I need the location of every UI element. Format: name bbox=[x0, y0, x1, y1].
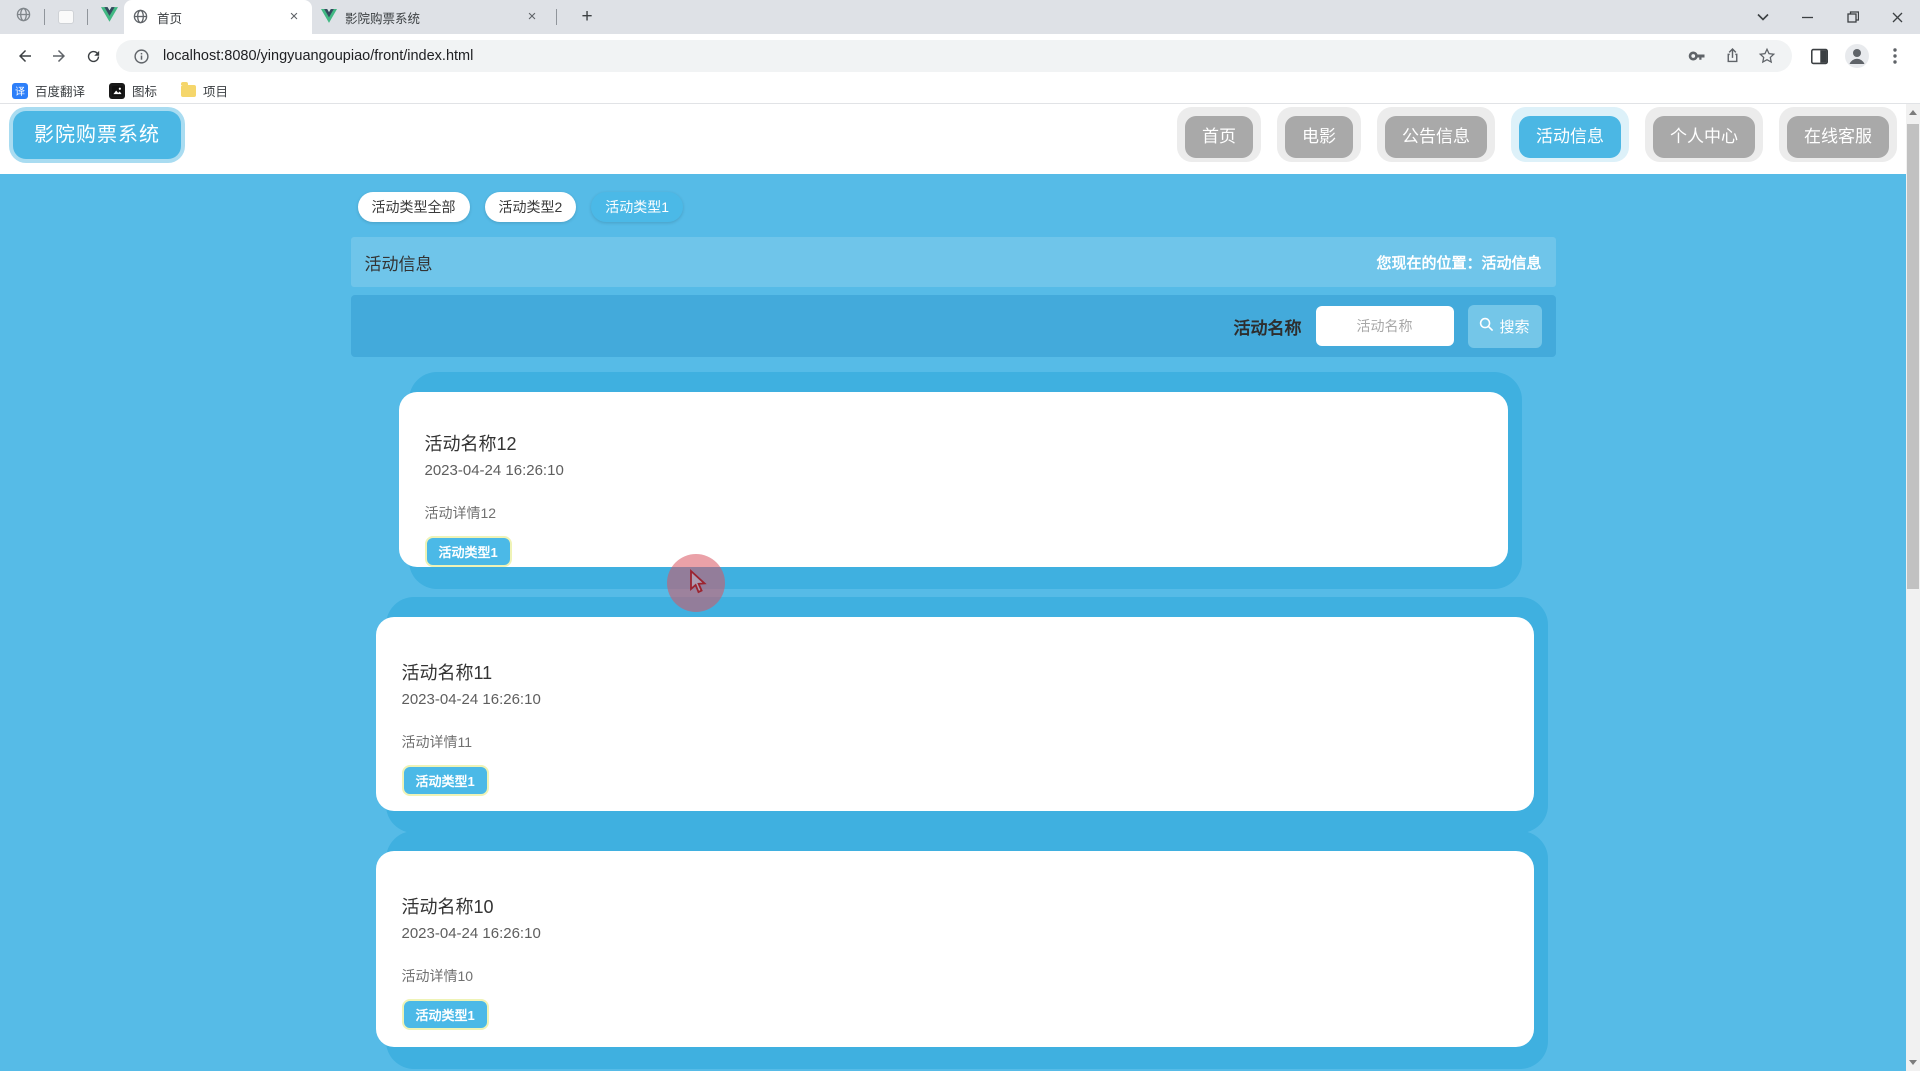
tab-separator bbox=[556, 9, 557, 25]
page-title: 活动信息 bbox=[364, 254, 433, 274]
nav-tab-support[interactable]: 在线客服 bbox=[1779, 107, 1897, 162]
activity-type-tag: 活动类型1 bbox=[401, 765, 489, 796]
close-icon[interactable]: × bbox=[523, 8, 541, 26]
share-icon[interactable] bbox=[1719, 43, 1745, 69]
close-window-button[interactable] bbox=[1875, 0, 1920, 34]
restore-button[interactable] bbox=[1830, 0, 1875, 34]
pinned-tab-extension[interactable] bbox=[51, 3, 81, 31]
bookmark-icons[interactable]: 图标 bbox=[109, 81, 157, 100]
nav-tab-announcements[interactable]: 公告信息 bbox=[1377, 107, 1495, 162]
activity-title: 活动名称10 bbox=[401, 897, 494, 917]
browser-tab-home[interactable]: 首页 × bbox=[124, 0, 312, 34]
scroll-up-arrow-icon[interactable] bbox=[1909, 110, 1917, 115]
activity-card[interactable]: 活动名称11 2023-04-24 16:26:10 活动详情11 活动类型1 bbox=[375, 597, 1548, 833]
main-nav: 首页 电影 公告信息 活动信息 个人中心 在线客服 bbox=[1177, 107, 1897, 162]
tab-separator bbox=[44, 9, 45, 25]
url-bar[interactable]: localhost:8080/yingyuangoupiao/front/ind… bbox=[116, 40, 1792, 72]
info-icon[interactable] bbox=[128, 43, 154, 69]
password-key-icon[interactable] bbox=[1684, 43, 1710, 69]
activity-card[interactable]: 活动名称10 2023-04-24 16:26:10 活动详情10 活动类型1 bbox=[375, 831, 1548, 1069]
activity-title: 活动名称11 bbox=[401, 663, 493, 683]
bookmark-label: 项目 bbox=[203, 85, 229, 99]
activity-detail: 活动详情11 bbox=[401, 734, 473, 750]
kebab-menu-icon[interactable] bbox=[1878, 39, 1912, 73]
scroll-down-arrow-icon[interactable] bbox=[1909, 1060, 1917, 1065]
search-label: 活动名称 bbox=[1233, 318, 1302, 338]
nav-tab-movies[interactable]: 电影 bbox=[1277, 107, 1361, 162]
activity-card[interactable]: 活动名称12 2023-04-24 16:26:10 活动详情12 活动类型1 bbox=[398, 372, 1522, 589]
nav-tab-profile[interactable]: 个人中心 bbox=[1645, 107, 1763, 162]
side-panel-icon[interactable] bbox=[1802, 39, 1836, 73]
scrollbar-thumb[interactable] bbox=[1907, 124, 1919, 589]
tab-search-chevron-icon[interactable] bbox=[1740, 0, 1785, 34]
tab-title: 影院购票系统 bbox=[345, 11, 421, 26]
extension-icon bbox=[58, 10, 74, 24]
globe-icon bbox=[16, 7, 31, 27]
bookmark-project[interactable]: 项目 bbox=[181, 81, 228, 100]
url-text[interactable]: localhost:8080/yingyuangoupiao/front/ind… bbox=[163, 48, 1675, 64]
globe-icon bbox=[133, 9, 149, 25]
profile-avatar[interactable] bbox=[1840, 39, 1874, 73]
minimize-button[interactable] bbox=[1785, 0, 1830, 34]
image-icon bbox=[109, 82, 126, 99]
search-band: 活动名称 搜索 bbox=[350, 295, 1556, 357]
tab-title: 首页 bbox=[157, 11, 183, 26]
vue-icon bbox=[321, 9, 337, 25]
back-icon[interactable] bbox=[8, 39, 42, 73]
new-tab-button[interactable]: + bbox=[573, 3, 601, 31]
activity-type-filters: 活动类型全部 活动类型2 活动类型1 bbox=[351, 174, 1556, 222]
search-button-label: 搜索 bbox=[1499, 318, 1530, 336]
logo-container: 影院购票系统 bbox=[9, 107, 185, 163]
pinned-tab-vue[interactable] bbox=[94, 3, 124, 31]
breadcrumb: 您现在的位置：活动信息 bbox=[1376, 254, 1542, 272]
search-input[interactable] bbox=[1315, 306, 1454, 346]
activity-type-tag: 活动类型1 bbox=[424, 536, 512, 567]
section-title-band: 活动信息 您现在的位置：活动信息 bbox=[350, 237, 1556, 287]
reload-icon[interactable] bbox=[76, 39, 110, 73]
activity-title: 活动名称12 bbox=[424, 434, 517, 454]
nav-tab-activities[interactable]: 活动信息 bbox=[1511, 107, 1629, 162]
filter-chip-all[interactable]: 活动类型全部 bbox=[357, 192, 470, 222]
bookmarks-bar: 译 百度翻译 图标 项目 bbox=[0, 78, 1920, 104]
pinned-tab-globe[interactable] bbox=[8, 3, 38, 31]
bookmark-star-icon[interactable] bbox=[1754, 43, 1780, 69]
browser-tab-strip: 首页 × 影院购票系统 × + bbox=[0, 0, 1920, 34]
search-button[interactable]: 搜索 bbox=[1467, 304, 1542, 348]
filter-chip-type2[interactable]: 活动类型2 bbox=[484, 192, 577, 222]
site-header: 影院购票系统 首页 电影 公告信息 活动信息 个人中心 在线客服 bbox=[0, 104, 1906, 174]
bookmark-label: 百度翻译 bbox=[35, 85, 86, 99]
tab-separator bbox=[87, 9, 88, 25]
browser-toolbar: localhost:8080/yingyuangoupiao/front/ind… bbox=[0, 34, 1920, 78]
search-icon bbox=[1479, 317, 1494, 336]
activity-datetime: 2023-04-24 16:26:10 bbox=[401, 691, 541, 708]
activity-detail: 活动详情12 bbox=[424, 505, 497, 521]
site-logo[interactable]: 影院购票系统 bbox=[13, 111, 181, 159]
close-icon[interactable]: × bbox=[285, 8, 303, 26]
vertical-scrollbar[interactable] bbox=[1906, 104, 1920, 1071]
filter-chip-type1[interactable]: 活动类型1 bbox=[591, 192, 684, 222]
folder-icon bbox=[181, 81, 197, 97]
page-viewport: 影院购票系统 首页 电影 公告信息 活动信息 个人中心 在线客服 活动类型全部 … bbox=[0, 104, 1920, 1071]
nav-tab-home[interactable]: 首页 bbox=[1177, 107, 1261, 162]
browser-tab-cinema-system[interactable]: 影院购票系统 × bbox=[312, 0, 550, 34]
bookmark-label: 图标 bbox=[132, 85, 158, 99]
activity-datetime: 2023-04-24 16:26:10 bbox=[424, 462, 564, 479]
activity-type-tag: 活动类型1 bbox=[401, 999, 489, 1030]
activities-page: 活动类型全部 活动类型2 活动类型1 活动信息 您现在的位置：活动信息 活动名称… bbox=[0, 174, 1906, 1071]
activity-detail: 活动详情10 bbox=[401, 968, 474, 984]
activity-datetime: 2023-04-24 16:26:10 bbox=[401, 925, 541, 942]
vue-icon bbox=[100, 7, 118, 27]
forward-icon[interactable] bbox=[42, 39, 76, 73]
translate-icon: 译 bbox=[12, 82, 28, 99]
bookmark-baidu-translate[interactable]: 译 百度翻译 bbox=[12, 81, 85, 100]
